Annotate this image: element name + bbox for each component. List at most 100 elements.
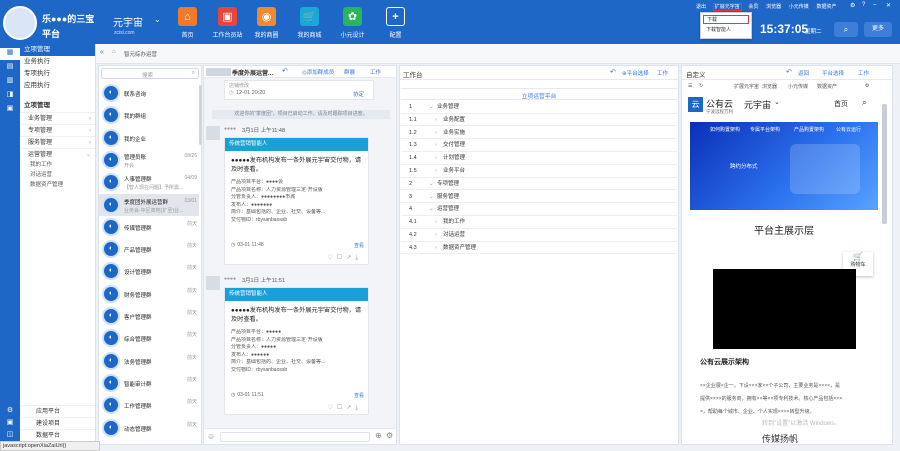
conversation-item[interactable]: ◐ 管理员账 08/26 开会 bbox=[99, 149, 199, 171]
home-icon[interactable]: ⌂ bbox=[112, 49, 116, 55]
tree-row[interactable]: 1 ⌄ 业务管理 bbox=[401, 101, 677, 114]
sidebar-top-item[interactable]: 立项管理 bbox=[20, 44, 95, 56]
chevron-right-icon[interactable]: › bbox=[435, 242, 437, 254]
banner-nav-item[interactable]: 公有云运行 bbox=[836, 126, 861, 133]
sidebar-item-operation[interactable]: 运营管理 ⌄ bbox=[20, 148, 95, 160]
undo-icon[interactable]: ↶ bbox=[282, 67, 288, 75]
circle-icon[interactable]: ◉ bbox=[257, 7, 276, 26]
conversation-item[interactable]: ◐ 我的企业 bbox=[99, 127, 199, 149]
banner-nav-item[interactable]: 如何购置架构 bbox=[710, 126, 740, 133]
conversation-item[interactable]: ◐ 动态管理群 前天 bbox=[99, 417, 199, 439]
video-player[interactable] bbox=[713, 269, 856, 349]
conversation-item[interactable]: ◐ 传媒管理群 前天 bbox=[99, 216, 199, 238]
conversation-item[interactable]: ◐ 设计管理群 前天 bbox=[99, 260, 199, 282]
link-data-assets[interactable]: 数据资产 bbox=[816, 4, 836, 10]
link-logout[interactable]: 退出 bbox=[696, 4, 706, 10]
chevron-right-icon[interactable]: › bbox=[435, 127, 437, 139]
sidebar-subitem[interactable]: 对话运营 bbox=[20, 170, 95, 180]
chat-tool-add[interactable]: ◎添加群成员 bbox=[302, 68, 334, 76]
add-icon[interactable]: ⊕ bbox=[375, 431, 382, 440]
sidebar-bottom-item[interactable]: 数据平台 bbox=[20, 429, 95, 441]
tree-row[interactable]: 4 ⌄ 运营管理 bbox=[401, 203, 677, 216]
undo-icon[interactable]: ↶ bbox=[610, 68, 616, 76]
cart-icon[interactable]: 🛒 bbox=[300, 7, 319, 26]
card-view-link[interactable]: 查看 bbox=[354, 242, 364, 249]
doc-icon[interactable]: ▤ bbox=[0, 62, 20, 74]
chevron-right-icon[interactable]: › bbox=[435, 152, 437, 164]
browser-tab[interactable]: 扩展元宇宙 bbox=[734, 83, 759, 90]
search-icon[interactable]: ⌕ bbox=[862, 98, 866, 108]
more-button[interactable]: 更多 bbox=[864, 22, 892, 37]
chevron-right-icon[interactable]: › bbox=[435, 114, 437, 126]
tree-row[interactable]: 1.1 › 业务配置 bbox=[401, 114, 677, 127]
browser-scrollbar[interactable] bbox=[882, 104, 887, 224]
home-icon[interactable]: ⌂ bbox=[178, 7, 197, 26]
workspace-tool-platform[interactable]: ⊕平台选择 bbox=[622, 69, 649, 77]
like-icon[interactable]: ♡ bbox=[328, 405, 337, 411]
site-nav-home[interactable]: 首页 bbox=[834, 99, 848, 109]
conversation-item[interactable]: ◐ 法务管理群 前天 bbox=[99, 350, 199, 372]
chat-tool-work[interactable]: 工作 bbox=[370, 68, 381, 76]
tree-row[interactable]: 1.5 › 业务平台 bbox=[401, 165, 677, 178]
card-view-link[interactable]: 查看 bbox=[354, 392, 364, 399]
asset-icon[interactable]: ▣ bbox=[0, 104, 20, 116]
sidebar-subitem[interactable]: 我的工作 bbox=[20, 160, 95, 170]
app-label[interactable]: 小元设计 bbox=[333, 30, 372, 39]
conversation-item[interactable]: ◐ 财务管理群 前天 bbox=[99, 283, 199, 305]
project-icon[interactable]: ▦ bbox=[0, 48, 20, 60]
site-brand[interactable]: 元宇宙 bbox=[744, 98, 771, 111]
tree-row[interactable]: 1.2 › 业务实施 bbox=[401, 127, 677, 140]
share-icon[interactable]: ↗ bbox=[346, 405, 355, 411]
help-icon[interactable]: ? bbox=[862, 2, 865, 8]
chevron-right-icon[interactable]: › bbox=[435, 229, 437, 241]
download-icon[interactable]: ⤓ bbox=[355, 255, 362, 261]
tree-row[interactable]: 1.3 › 交付管理 bbox=[401, 139, 677, 152]
conversation-item[interactable]: ◐ 季度团外展运营群 03/01 业务会·中区商地(扩至)业... bbox=[99, 193, 199, 216]
chevron-right-icon[interactable]: › bbox=[435, 139, 437, 151]
design-icon[interactable]: ✿ bbox=[343, 7, 362, 26]
sidebar-top-item[interactable]: 业务执行 bbox=[20, 56, 95, 68]
comment-icon[interactable]: ☐ bbox=[337, 255, 346, 261]
browser-tab[interactable]: 数据资产 bbox=[817, 83, 837, 90]
undo-icon[interactable]: ↶ bbox=[786, 68, 792, 76]
app-label[interactable]: 首页 bbox=[168, 30, 207, 39]
data-icon[interactable]: ◫ bbox=[0, 430, 20, 441]
conversation-item[interactable]: ◐ 客户管理群 前天 bbox=[99, 305, 199, 327]
tree-row[interactable]: 3 ⌄ 服务管理 bbox=[401, 191, 677, 204]
task-icon[interactable]: ◨ bbox=[0, 90, 20, 102]
app-label[interactable]: 工作台员站 bbox=[208, 30, 247, 39]
close-icon[interactable]: ✕ bbox=[886, 2, 891, 9]
brand-name[interactable]: 元宇宙 bbox=[113, 14, 143, 29]
sidebar-bottom-item[interactable]: 应用平台 bbox=[20, 405, 95, 417]
chevron-down-icon[interactable]: ⌄ bbox=[429, 203, 434, 215]
link-expand-metaverse[interactable]: 扩展元宇宙 bbox=[712, 3, 742, 11]
link-member[interactable]: 会员 bbox=[748, 4, 758, 10]
search-button[interactable]: ⌕ bbox=[834, 22, 858, 37]
tree-row[interactable]: 1.4 › 计划管理 bbox=[401, 152, 677, 165]
conversation-item[interactable]: ◐ 智能审计群 前天 bbox=[99, 372, 199, 394]
settings-icon[interactable]: ⚙ bbox=[850, 2, 855, 9]
search-input[interactable]: 搜索 ⌕ bbox=[101, 68, 199, 79]
download-icon[interactable]: ⤓ bbox=[355, 405, 362, 411]
browser-tab[interactable]: 小元传媒 bbox=[788, 83, 808, 90]
minimize-icon[interactable]: – bbox=[873, 2, 876, 8]
collapse-icon[interactable]: « bbox=[100, 49, 104, 56]
conversation-item[interactable]: ◐ 我的群组 bbox=[99, 104, 199, 126]
message-card[interactable]: 传统营销智能人 ●●●●●发布机构发布一条外展元宇宙交付物，请及时查看。 产品项目平… bbox=[224, 287, 369, 415]
link-media[interactable]: 小元传媒 bbox=[789, 4, 809, 10]
app-icon[interactable]: ⚙ bbox=[0, 406, 20, 417]
sidebar-top-item[interactable]: 应用执行 bbox=[20, 80, 95, 92]
browser-tool-work[interactable]: 工作 bbox=[858, 69, 869, 77]
banner-nav-item[interactable]: 产品购置架构 bbox=[794, 126, 824, 133]
dropdown-item-download-ai[interactable]: 下载智能人 bbox=[703, 26, 749, 35]
comment-icon[interactable]: ☐ bbox=[337, 405, 346, 411]
chevron-down-icon[interactable]: ⌄ bbox=[429, 191, 434, 203]
tree-row[interactable]: 4.1 › 我的工作 bbox=[401, 216, 677, 229]
tree-row[interactable]: 2 ⌄ 专项管理 bbox=[401, 178, 677, 191]
plus-icon[interactable]: + bbox=[386, 7, 405, 26]
emoji-icon[interactable]: ☺ bbox=[207, 432, 215, 441]
conversation-item[interactable]: ◐ 联系咨询 bbox=[99, 82, 199, 104]
build-icon[interactable]: ▣ bbox=[0, 418, 20, 429]
conversation-item[interactable]: ◐ 人事管理群 04/09 【智人现在问题】予所需... bbox=[99, 171, 199, 193]
sidebar-top-item[interactable]: 专项执行 bbox=[20, 68, 95, 80]
